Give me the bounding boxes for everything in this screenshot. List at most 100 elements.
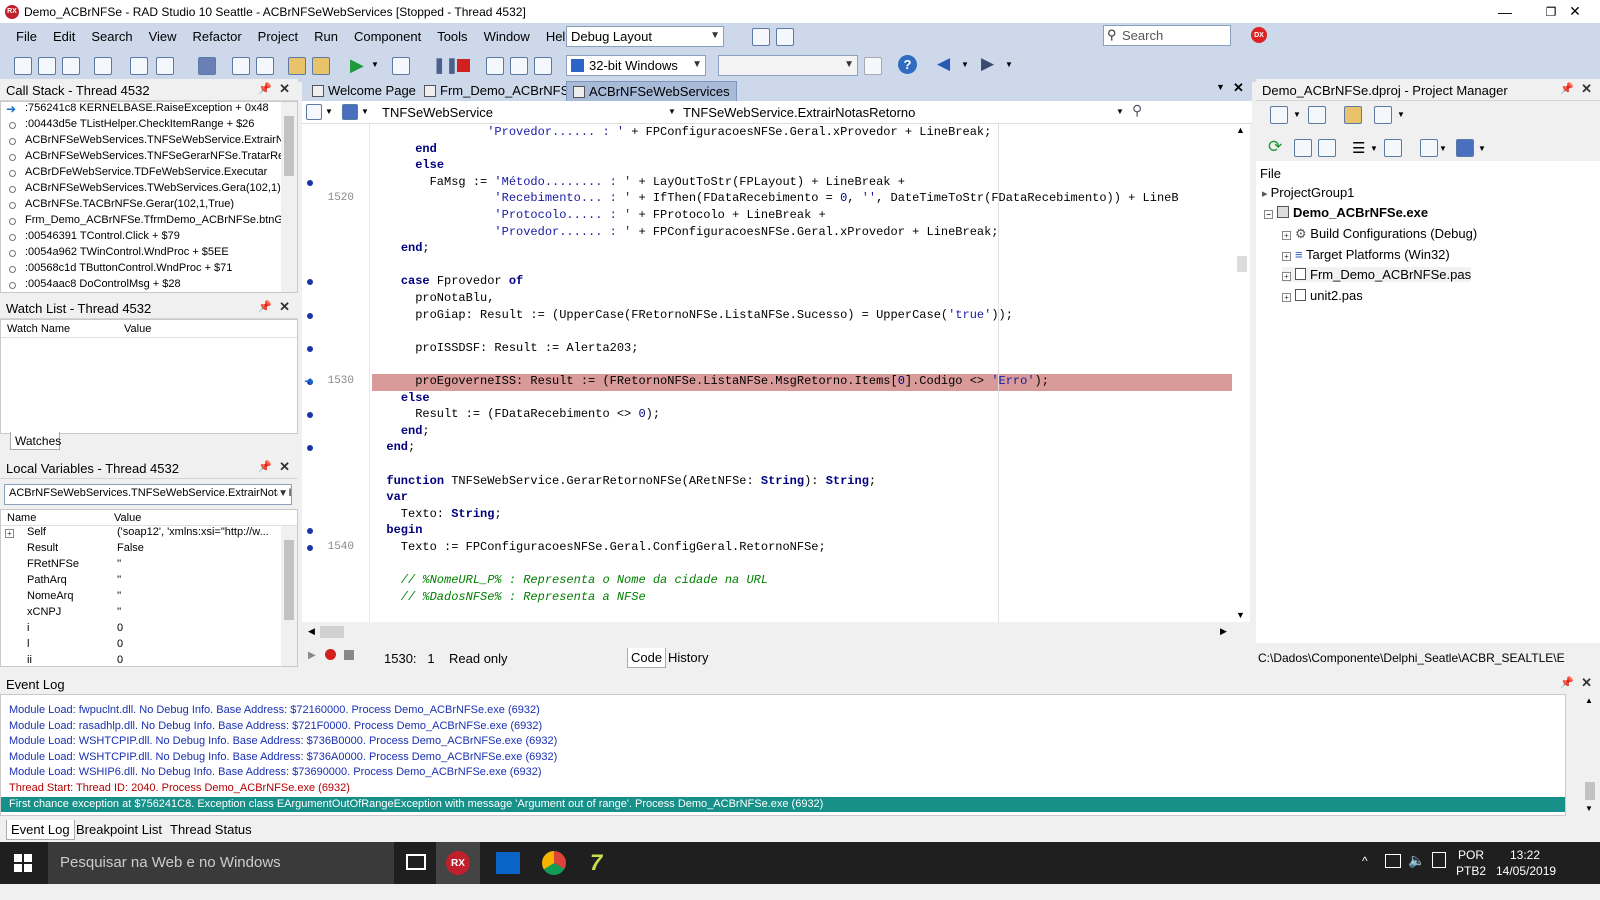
- close-button[interactable]: ✕: [1552, 0, 1598, 23]
- local-var-row[interactable]: FRetNFSe '': [1, 558, 297, 574]
- tab-event-log[interactable]: Event Log: [6, 820, 75, 840]
- tree-project-exe[interactable]: − Demo_ACBrNFSe.exe: [1264, 205, 1428, 220]
- outlook-icon[interactable]: [496, 852, 520, 874]
- platform-combo[interactable]: 32-bit Windows ▼: [566, 55, 706, 76]
- event-log-row[interactable]: Module Load: rasadhlp.dll. No Debug Info…: [1, 719, 1565, 735]
- minimize-button[interactable]: —: [1482, 0, 1528, 23]
- local-var-row[interactable]: NomeArq '': [1, 590, 297, 606]
- call-stack-row[interactable]: ACBrNFSeWebServices.TWebServices.Gera(10…: [1, 182, 297, 198]
- chevron-left-icon[interactable]: ◀: [308, 626, 315, 637]
- chevron-down-icon[interactable]: ▼: [1439, 144, 1447, 153]
- tab-code[interactable]: Code: [627, 648, 667, 668]
- close-icon[interactable]: ✕: [1233, 80, 1244, 96]
- breakpoint-dot-icon[interactable]: [307, 179, 313, 186]
- collapse-icon[interactable]: −: [1264, 210, 1273, 219]
- chevron-down-icon[interactable]: ▼: [1397, 110, 1405, 119]
- notifications-icon[interactable]: [1432, 852, 1446, 868]
- call-stack-scrollbar[interactable]: [281, 102, 297, 292]
- method-combo[interactable]: TNFSeWebService.ExtrairNotasRetorno: [683, 105, 915, 120]
- refresh-icon[interactable]: [256, 57, 274, 75]
- local-var-row[interactable]: + Self ('soap12', 'xmlns:xsi="http://w...: [1, 526, 297, 542]
- chevron-down-icon[interactable]: ▼: [1293, 110, 1301, 119]
- chevron-up-icon[interactable]: ▲: [1236, 125, 1245, 135]
- call-stack-row[interactable]: ➜:756241c8 KERNELBASE.RaiseException + 0…: [1, 102, 297, 118]
- hscroll-thumb[interactable]: [320, 626, 344, 638]
- expand-icon[interactable]: +: [5, 529, 14, 538]
- menu-file[interactable]: File: [8, 29, 45, 44]
- build-list-icon[interactable]: ☰: [1352, 139, 1365, 157]
- new-items-icon[interactable]: [38, 57, 56, 75]
- tab-watches[interactable]: Watches: [10, 432, 61, 450]
- breakpoint-dot-icon[interactable]: [307, 445, 313, 452]
- close-icon[interactable]: ✕: [279, 299, 290, 315]
- remove-from-project-icon[interactable]: [312, 57, 330, 75]
- local-var-row[interactable]: Result False: [1, 542, 297, 558]
- breakpoint-dot-icon[interactable]: [307, 312, 313, 319]
- stop-icon[interactable]: [457, 59, 470, 72]
- call-stack-row[interactable]: ACBrNFSeWebServices.TNFSeGerarNFSe.Trata…: [1, 150, 297, 166]
- step-over-icon[interactable]: [510, 57, 528, 75]
- expand-icon[interactable]: +: [1282, 252, 1291, 261]
- run-to-cursor-icon[interactable]: [534, 57, 552, 75]
- local-vars-combo[interactable]: ACBrNFSeWebServices.TNFSeWebService.Extr…: [4, 484, 292, 505]
- stop-macro-icon[interactable]: [344, 650, 354, 660]
- search-icon[interactable]: ⚲: [1132, 102, 1142, 119]
- chevron-down-icon[interactable]: ▼: [1585, 804, 1593, 813]
- call-stack-row[interactable]: :00568c1d TButtonControl.WndProc + $71: [1, 262, 297, 278]
- local-var-row[interactable]: i0: [1, 622, 297, 638]
- expand-icon[interactable]: +: [1282, 272, 1291, 281]
- chevron-down-icon[interactable]: ▼: [1216, 82, 1225, 92]
- network-icon[interactable]: [1385, 854, 1401, 868]
- tab-frm-demo[interactable]: Frm_Demo_ACBrNFSe: [418, 81, 583, 101]
- chevron-up-icon[interactable]: ^: [1362, 854, 1368, 868]
- call-stack-row[interactable]: ACBrDFeWebService.TDFeWebService.Executa…: [1, 166, 297, 182]
- chevron-down-icon[interactable]: ▼: [1005, 60, 1013, 69]
- chevron-down-icon[interactable]: ▼: [668, 107, 676, 116]
- local-var-row[interactable]: PathArq '': [1, 574, 297, 590]
- close-icon[interactable]: ✕: [1581, 81, 1592, 97]
- call-stack-row[interactable]: :0054aac8 DoControlMsg + $28: [1, 278, 297, 294]
- event-log-row[interactable]: Thread Start: Thread ID: 2040. Process D…: [1, 781, 1565, 797]
- menu-tools[interactable]: Tools: [429, 29, 475, 44]
- chevron-down-icon[interactable]: ▼: [1236, 610, 1245, 620]
- chevron-down-icon[interactable]: ▼: [961, 60, 969, 69]
- watch-value-column[interactable]: Value: [124, 323, 151, 335]
- taskbar-rad-studio[interactable]: RX: [436, 842, 480, 884]
- menu-refactor[interactable]: Refactor: [185, 29, 250, 44]
- pin-icon[interactable]: 📌: [1560, 82, 1574, 95]
- menu-window[interactable]: Window: [476, 29, 538, 44]
- close-file-icon[interactable]: [62, 57, 80, 75]
- menu-run[interactable]: Run: [306, 29, 346, 44]
- add-to-project-icon[interactable]: [288, 57, 306, 75]
- forward-arrow-icon[interactable]: ▶: [981, 54, 994, 74]
- run-without-debug-icon[interactable]: [392, 57, 410, 75]
- event-log-row[interactable]: Module Load: WSHIP6.dll. No Debug Info. …: [1, 765, 1565, 781]
- layout-combo[interactable]: Debug Layout ▼: [566, 26, 724, 47]
- clock-time[interactable]: 13:22: [1510, 848, 1540, 862]
- call-stack-row[interactable]: :00443d5e TListHelper.CheckItemRange + $…: [1, 118, 297, 134]
- class-combo[interactable]: TNFSeWebService: [382, 105, 493, 120]
- chevron-down-icon[interactable]: ▼: [325, 107, 333, 116]
- chevron-up-icon[interactable]: ▲: [1585, 696, 1593, 705]
- open-icon[interactable]: [130, 57, 148, 75]
- compile-icon[interactable]: [1420, 139, 1438, 157]
- remove-file-icon[interactable]: [94, 57, 112, 75]
- search-input[interactable]: ⚲ Search: [1103, 25, 1231, 46]
- breakpoint-dot-icon[interactable]: [307, 545, 313, 551]
- pin-icon[interactable]: 📌: [1560, 676, 1574, 689]
- chevron-down-icon[interactable]: ▼: [1478, 144, 1486, 153]
- call-stack-row[interactable]: ACBrNFSeWebServices.TNFSeWebService.Extr…: [1, 134, 297, 150]
- chevron-right-icon[interactable]: ▶: [1220, 626, 1227, 637]
- collapse-icon[interactable]: [1318, 139, 1336, 157]
- keyboard-layout[interactable]: PTB2: [1456, 864, 1486, 878]
- watch-name-column[interactable]: Watch Name: [7, 323, 70, 335]
- chevron-down-icon[interactable]: ▼: [371, 60, 379, 69]
- local-var-row[interactable]: l0: [1, 638, 297, 654]
- menu-view[interactable]: View: [141, 29, 185, 44]
- tab-thread-status[interactable]: Thread Status: [166, 820, 256, 840]
- folder-icon[interactable]: [1344, 106, 1362, 124]
- tree-project-group[interactable]: ▸ ProjectGroup1: [1262, 185, 1354, 200]
- layout-set-icon[interactable]: [776, 28, 794, 46]
- help-icon[interactable]: ?: [898, 55, 917, 74]
- save-icon[interactable]: [198, 57, 216, 75]
